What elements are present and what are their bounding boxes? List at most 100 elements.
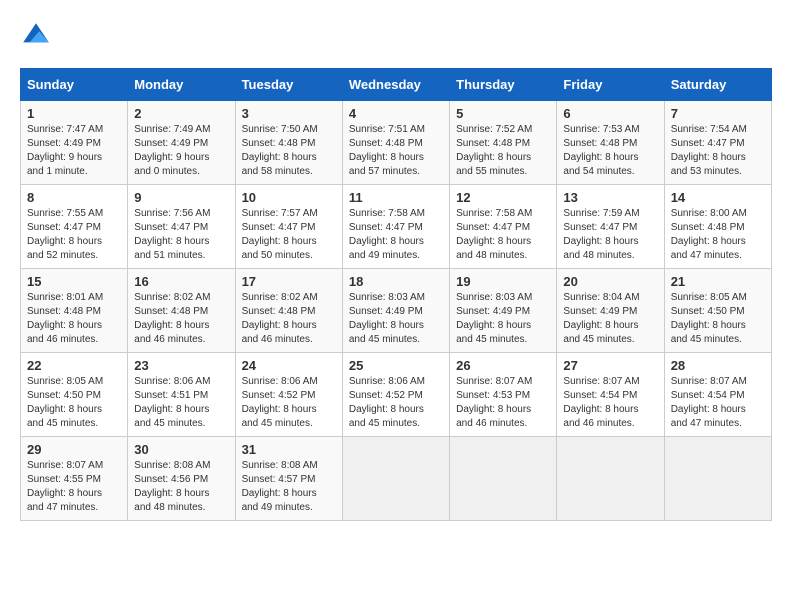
calendar-cell (450, 437, 557, 521)
calendar-cell: 12 Sunrise: 7:58 AMSunset: 4:47 PMDaylig… (450, 185, 557, 269)
calendar-cell: 29 Sunrise: 8:07 AMSunset: 4:55 PMDaylig… (21, 437, 128, 521)
day-info: Sunrise: 8:06 AMSunset: 4:52 PMDaylight:… (242, 375, 336, 431)
day-header-friday: Friday (557, 69, 664, 101)
day-info: Sunrise: 7:49 AMSunset: 4:49 PMDaylight:… (134, 123, 228, 179)
day-number: 31 (242, 442, 336, 457)
day-header-monday: Monday (128, 69, 235, 101)
day-number: 19 (456, 274, 550, 289)
day-number: 20 (563, 274, 657, 289)
day-info: Sunrise: 7:53 AMSunset: 4:48 PMDaylight:… (563, 123, 657, 179)
calendar-table: SundayMondayTuesdayWednesdayThursdayFrid… (20, 68, 772, 521)
calendar-cell: 23 Sunrise: 8:06 AMSunset: 4:51 PMDaylig… (128, 353, 235, 437)
day-number: 13 (563, 190, 657, 205)
calendar-cell: 11 Sunrise: 7:58 AMSunset: 4:47 PMDaylig… (342, 185, 449, 269)
day-number: 1 (27, 106, 121, 121)
calendar-cell: 26 Sunrise: 8:07 AMSunset: 4:53 PMDaylig… (450, 353, 557, 437)
day-info: Sunrise: 8:08 AMSunset: 4:56 PMDaylight:… (134, 459, 228, 515)
day-info: Sunrise: 8:06 AMSunset: 4:51 PMDaylight:… (134, 375, 228, 431)
day-number: 18 (349, 274, 443, 289)
day-number: 5 (456, 106, 550, 121)
logo-icon (20, 20, 52, 52)
day-info: Sunrise: 7:55 AMSunset: 4:47 PMDaylight:… (27, 207, 121, 263)
day-number: 2 (134, 106, 228, 121)
calendar-cell: 21 Sunrise: 8:05 AMSunset: 4:50 PMDaylig… (664, 269, 771, 353)
day-number: 15 (27, 274, 121, 289)
day-info: Sunrise: 8:03 AMSunset: 4:49 PMDaylight:… (456, 291, 550, 347)
calendar-cell: 25 Sunrise: 8:06 AMSunset: 4:52 PMDaylig… (342, 353, 449, 437)
day-info: Sunrise: 8:01 AMSunset: 4:48 PMDaylight:… (27, 291, 121, 347)
day-number: 29 (27, 442, 121, 457)
calendar-cell: 3 Sunrise: 7:50 AMSunset: 4:48 PMDayligh… (235, 101, 342, 185)
day-number: 14 (671, 190, 765, 205)
day-info: Sunrise: 8:02 AMSunset: 4:48 PMDaylight:… (134, 291, 228, 347)
week-row-4: 22 Sunrise: 8:05 AMSunset: 4:50 PMDaylig… (21, 353, 772, 437)
day-info: Sunrise: 8:07 AMSunset: 4:55 PMDaylight:… (27, 459, 121, 515)
calendar-cell: 13 Sunrise: 7:59 AMSunset: 4:47 PMDaylig… (557, 185, 664, 269)
day-info: Sunrise: 8:07 AMSunset: 4:53 PMDaylight:… (456, 375, 550, 431)
calendar-cell: 17 Sunrise: 8:02 AMSunset: 4:48 PMDaylig… (235, 269, 342, 353)
calendar-cell (342, 437, 449, 521)
day-header-sunday: Sunday (21, 69, 128, 101)
day-number: 11 (349, 190, 443, 205)
calendar-cell: 5 Sunrise: 7:52 AMSunset: 4:48 PMDayligh… (450, 101, 557, 185)
day-header-thursday: Thursday (450, 69, 557, 101)
day-info: Sunrise: 8:07 AMSunset: 4:54 PMDaylight:… (563, 375, 657, 431)
day-header-saturday: Saturday (664, 69, 771, 101)
day-number: 21 (671, 274, 765, 289)
calendar-cell (557, 437, 664, 521)
day-number: 10 (242, 190, 336, 205)
calendar-cell: 1 Sunrise: 7:47 AMSunset: 4:49 PMDayligh… (21, 101, 128, 185)
day-info: Sunrise: 8:05 AMSunset: 4:50 PMDaylight:… (27, 375, 121, 431)
calendar-cell: 8 Sunrise: 7:55 AMSunset: 4:47 PMDayligh… (21, 185, 128, 269)
calendar-cell: 18 Sunrise: 8:03 AMSunset: 4:49 PMDaylig… (342, 269, 449, 353)
week-row-2: 8 Sunrise: 7:55 AMSunset: 4:47 PMDayligh… (21, 185, 772, 269)
day-number: 24 (242, 358, 336, 373)
day-header-tuesday: Tuesday (235, 69, 342, 101)
day-info: Sunrise: 7:57 AMSunset: 4:47 PMDaylight:… (242, 207, 336, 263)
day-number: 3 (242, 106, 336, 121)
day-number: 4 (349, 106, 443, 121)
calendar-cell: 7 Sunrise: 7:54 AMSunset: 4:47 PMDayligh… (664, 101, 771, 185)
day-number: 25 (349, 358, 443, 373)
calendar-cell: 4 Sunrise: 7:51 AMSunset: 4:48 PMDayligh… (342, 101, 449, 185)
day-info: Sunrise: 8:05 AMSunset: 4:50 PMDaylight:… (671, 291, 765, 347)
calendar-cell: 15 Sunrise: 8:01 AMSunset: 4:48 PMDaylig… (21, 269, 128, 353)
day-number: 8 (27, 190, 121, 205)
page-header (20, 20, 772, 52)
calendar-cell: 27 Sunrise: 8:07 AMSunset: 4:54 PMDaylig… (557, 353, 664, 437)
day-info: Sunrise: 8:02 AMSunset: 4:48 PMDaylight:… (242, 291, 336, 347)
calendar-cell (664, 437, 771, 521)
calendar-cell: 22 Sunrise: 8:05 AMSunset: 4:50 PMDaylig… (21, 353, 128, 437)
calendar-cell: 16 Sunrise: 8:02 AMSunset: 4:48 PMDaylig… (128, 269, 235, 353)
calendar-cell: 20 Sunrise: 8:04 AMSunset: 4:49 PMDaylig… (557, 269, 664, 353)
calendar-cell: 2 Sunrise: 7:49 AMSunset: 4:49 PMDayligh… (128, 101, 235, 185)
week-row-3: 15 Sunrise: 8:01 AMSunset: 4:48 PMDaylig… (21, 269, 772, 353)
calendar-cell: 28 Sunrise: 8:07 AMSunset: 4:54 PMDaylig… (664, 353, 771, 437)
calendar-cell: 19 Sunrise: 8:03 AMSunset: 4:49 PMDaylig… (450, 269, 557, 353)
day-number: 30 (134, 442, 228, 457)
logo (20, 20, 56, 52)
day-info: Sunrise: 7:52 AMSunset: 4:48 PMDaylight:… (456, 123, 550, 179)
day-number: 9 (134, 190, 228, 205)
day-number: 17 (242, 274, 336, 289)
calendar-cell: 31 Sunrise: 8:08 AMSunset: 4:57 PMDaylig… (235, 437, 342, 521)
day-info: Sunrise: 7:59 AMSunset: 4:47 PMDaylight:… (563, 207, 657, 263)
day-info: Sunrise: 7:47 AMSunset: 4:49 PMDaylight:… (27, 123, 121, 179)
week-row-1: 1 Sunrise: 7:47 AMSunset: 4:49 PMDayligh… (21, 101, 772, 185)
calendar-cell: 30 Sunrise: 8:08 AMSunset: 4:56 PMDaylig… (128, 437, 235, 521)
day-info: Sunrise: 8:08 AMSunset: 4:57 PMDaylight:… (242, 459, 336, 515)
calendar-cell: 24 Sunrise: 8:06 AMSunset: 4:52 PMDaylig… (235, 353, 342, 437)
day-info: Sunrise: 7:58 AMSunset: 4:47 PMDaylight:… (456, 207, 550, 263)
day-number: 16 (134, 274, 228, 289)
day-info: Sunrise: 7:51 AMSunset: 4:48 PMDaylight:… (349, 123, 443, 179)
day-info: Sunrise: 7:54 AMSunset: 4:47 PMDaylight:… (671, 123, 765, 179)
day-number: 23 (134, 358, 228, 373)
day-number: 26 (456, 358, 550, 373)
calendar-cell: 14 Sunrise: 8:00 AMSunset: 4:48 PMDaylig… (664, 185, 771, 269)
day-number: 27 (563, 358, 657, 373)
day-info: Sunrise: 8:00 AMSunset: 4:48 PMDaylight:… (671, 207, 765, 263)
day-info: Sunrise: 7:58 AMSunset: 4:47 PMDaylight:… (349, 207, 443, 263)
day-header-wednesday: Wednesday (342, 69, 449, 101)
calendar-cell: 9 Sunrise: 7:56 AMSunset: 4:47 PMDayligh… (128, 185, 235, 269)
calendar-cell: 6 Sunrise: 7:53 AMSunset: 4:48 PMDayligh… (557, 101, 664, 185)
